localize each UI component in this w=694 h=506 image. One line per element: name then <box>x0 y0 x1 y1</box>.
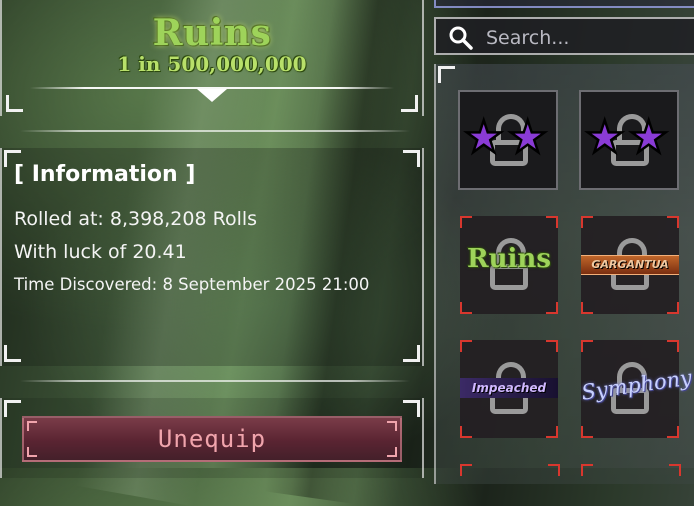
star-icon: ★ <box>584 112 626 163</box>
frame-corner <box>401 95 418 112</box>
slot-corner <box>546 216 558 228</box>
slot-corner <box>460 426 472 438</box>
slot-corner <box>460 464 472 476</box>
slot-corner <box>581 464 593 476</box>
button-corner <box>387 447 397 457</box>
slot-corner <box>460 340 472 352</box>
frame-corner <box>403 150 420 167</box>
section-divider <box>20 130 410 132</box>
search-box[interactable] <box>434 17 694 55</box>
slot-corner <box>667 340 679 352</box>
search-input[interactable] <box>484 25 688 51</box>
section-divider <box>20 380 410 382</box>
aura-label: Ruins <box>467 244 551 274</box>
aura-slot-symphony[interactable]: Symphony <box>580 340 693 438</box>
slot-corner <box>669 464 681 476</box>
slot-corner <box>667 216 679 228</box>
frame-corner <box>403 345 420 362</box>
expand-arrow-icon[interactable] <box>197 89 227 102</box>
top-bar-fragment <box>434 0 694 8</box>
frame-corner <box>6 95 23 112</box>
slot-corner <box>546 302 558 314</box>
aura-label: Impeached <box>460 378 558 398</box>
slot-corner <box>667 426 679 438</box>
unequip-button[interactable]: Unequip <box>22 416 402 462</box>
slot-corner <box>548 464 560 476</box>
button-corner <box>27 421 37 431</box>
slot-corner <box>581 340 593 352</box>
aura-slot-impeached[interactable]: Impeached <box>460 340 558 438</box>
aura-name: Ruins <box>152 12 272 54</box>
unequip-label: Unequip <box>157 425 267 453</box>
aura-grid-panel: ★ ★ ★ ★ Ruins GARGANTUA Impeached Sympho… <box>434 64 694 484</box>
slot-corner <box>460 302 472 314</box>
aura-slot-locked[interactable]: ★ ★ <box>458 90 558 190</box>
button-corner <box>27 447 37 457</box>
luck-text: With luck of 20.41 <box>14 241 187 263</box>
slot-corner <box>460 216 472 228</box>
aura-slot-gargantua[interactable]: GARGANTUA <box>581 216 679 314</box>
frame-corner <box>4 400 21 417</box>
frame-corner <box>4 345 21 362</box>
slot-corner <box>581 216 593 228</box>
aura-odds: 1 in 500,000,000 <box>117 52 307 76</box>
time-discovered-text: Time Discovered: 8 September 2025 21:00 <box>14 275 370 294</box>
search-icon <box>449 26 473 50</box>
star-icon: ★ <box>463 112 505 163</box>
slot-corner <box>581 426 593 438</box>
star-icon: ★ <box>628 112 670 163</box>
slot-corner <box>546 340 558 352</box>
information-heading: [ Information ] <box>14 162 196 187</box>
frame-corner <box>403 400 420 417</box>
aura-slot-locked[interactable]: ★ ★ <box>579 90 679 190</box>
slot-corner <box>581 302 593 314</box>
star-icon: ★ <box>507 112 549 163</box>
slot-corner <box>667 302 679 314</box>
rolled-at-text: Rolled at: 8,398,208 Rolls <box>14 208 258 230</box>
aura-slot-ruins[interactable]: Ruins <box>460 216 558 314</box>
frame-corner <box>438 66 455 83</box>
button-corner <box>387 421 397 431</box>
slot-corner <box>546 426 558 438</box>
aura-label: GARGANTUA <box>581 255 679 275</box>
